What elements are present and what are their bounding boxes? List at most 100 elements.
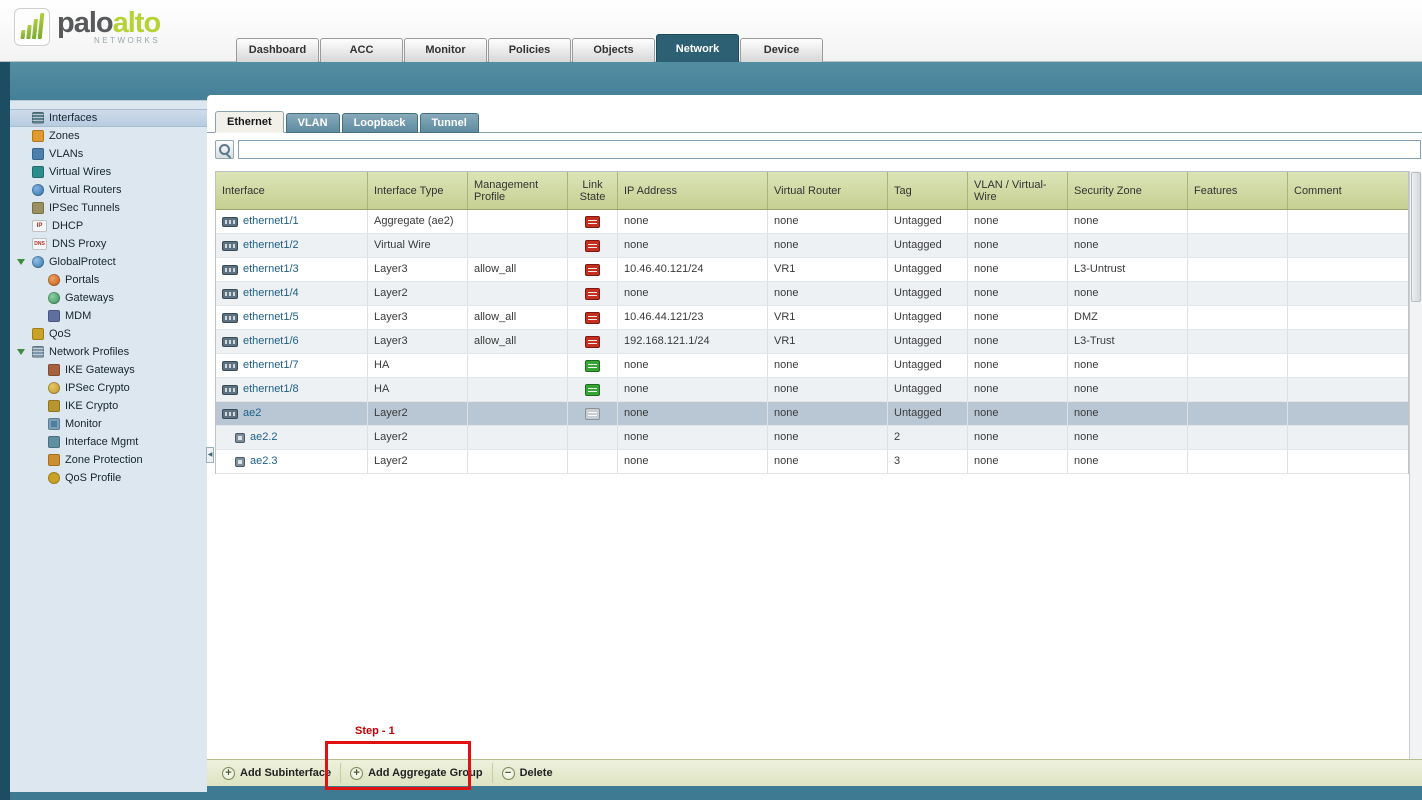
table-row[interactable]: ethernet1/1 Aggregate (ae2) none none Un… xyxy=(216,210,1408,234)
vertical-scrollbar[interactable] xyxy=(1409,171,1422,759)
table-row[interactable]: ethernet1/5 Layer3 allow_all 10.46.44.12… xyxy=(216,306,1408,330)
sidebar-item-globalprotect[interactable]: GlobalProtect xyxy=(10,253,207,271)
cell-vlan-virtual-wire: none xyxy=(968,402,1068,425)
delete-button[interactable]: Delete xyxy=(493,763,562,783)
sidebar-item-mdm[interactable]: MDM xyxy=(10,307,207,325)
table-row[interactable]: ethernet1/3 Layer3 allow_all 10.46.40.12… xyxy=(216,258,1408,282)
paloalto-logo-icon xyxy=(14,8,50,46)
subtab-loopback[interactable]: Loopback xyxy=(342,113,418,133)
search-icon[interactable] xyxy=(215,140,234,159)
button-label: Add Aggregate Group xyxy=(368,767,482,779)
nav-tab-policies[interactable]: Policies xyxy=(488,38,571,62)
nav-tab-monitor[interactable]: Monitor xyxy=(404,38,487,62)
sidebar-item-network-profiles[interactable]: Network Profiles xyxy=(10,343,207,361)
ethernet-interface-icon xyxy=(222,385,238,395)
expand-triangle-icon[interactable] xyxy=(17,259,25,265)
sidebar-item-virtual-wires[interactable]: Virtual Wires xyxy=(10,163,207,181)
sidebar-item-qos-profile[interactable]: QoS Profile xyxy=(10,469,207,487)
table-row[interactable]: ae2.2 Layer2 none none 2 none none xyxy=(216,426,1408,450)
cell-tag: Untagged xyxy=(888,378,968,401)
sidebar-item-portals[interactable]: Portals xyxy=(10,271,207,289)
ethernet-interface-icon xyxy=(222,217,238,227)
sidebar-item-ipsec-tunnels[interactable]: IPSec Tunnels xyxy=(10,199,207,217)
interface-link[interactable]: ethernet1/8 xyxy=(222,378,299,401)
cell-security-zone: none xyxy=(1068,210,1188,233)
zone-protection-icon xyxy=(48,454,60,466)
main-nav-tabs: Dashboard ACC Monitor Policies Objects N… xyxy=(236,34,824,62)
interface-link[interactable]: ethernet1/5 xyxy=(222,306,299,329)
cell-security-zone: none xyxy=(1068,282,1188,305)
cell-tag: 3 xyxy=(888,450,968,473)
sidebar-collapse-arrow[interactable] xyxy=(206,447,214,463)
sidebar-item-vlans[interactable]: VLANs xyxy=(10,145,207,163)
sidebar-item-virtual-routers[interactable]: Virtual Routers xyxy=(10,181,207,199)
cell-management-profile xyxy=(468,282,568,305)
interface-link[interactable]: ae2.2 xyxy=(222,426,278,449)
expand-triangle-icon[interactable] xyxy=(17,349,25,355)
search-input[interactable] xyxy=(238,140,1421,159)
cell-vlan-virtual-wire: none xyxy=(968,426,1068,449)
header-tag[interactable]: Tag xyxy=(888,172,968,209)
table-row[interactable]: ethernet1/7 HA none none Untagged none n… xyxy=(216,354,1408,378)
header-link-state[interactable]: Link State xyxy=(568,172,618,209)
interface-link[interactable]: ethernet1/4 xyxy=(222,282,299,305)
sidebar-item-ipsec-crypto[interactable]: IPSec Crypto xyxy=(10,379,207,397)
header-features[interactable]: Features xyxy=(1188,172,1288,209)
cell-management-profile xyxy=(468,210,568,233)
cell-vlan-virtual-wire: none xyxy=(968,354,1068,377)
table-row-selected[interactable]: ae2 Layer2 none none Untagged none none xyxy=(216,402,1408,426)
add-subinterface-button[interactable]: Add Subinterface xyxy=(213,763,341,783)
paloalto-logo: paloalto NETWORKS xyxy=(14,8,160,46)
nav-tab-acc[interactable]: ACC xyxy=(320,38,403,62)
table-row[interactable]: ethernet1/2 Virtual Wire none none Untag… xyxy=(216,234,1408,258)
sidebar-item-zones[interactable]: Zones xyxy=(10,127,207,145)
table-row[interactable]: ethernet1/6 Layer3 allow_all 192.168.121… xyxy=(216,330,1408,354)
interface-link[interactable]: ae2 xyxy=(222,402,261,425)
interface-link[interactable]: ethernet1/3 xyxy=(222,258,299,281)
header-management-profile[interactable]: Management Profile xyxy=(468,172,568,209)
interface-link[interactable]: ethernet1/7 xyxy=(222,354,299,377)
nav-tab-objects[interactable]: Objects xyxy=(572,38,655,62)
interface-link[interactable]: ethernet1/2 xyxy=(222,234,299,257)
sidebar-item-zone-protection[interactable]: Zone Protection xyxy=(10,451,207,469)
sidebar-item-monitor[interactable]: Monitor xyxy=(10,415,207,433)
header-ip-address[interactable]: IP Address xyxy=(618,172,768,209)
nav-tab-network[interactable]: Network xyxy=(656,34,739,62)
header-vlan-virtual-wire[interactable]: VLAN / Virtual-Wire xyxy=(968,172,1068,209)
sidebar-item-gateways[interactable]: Gateways xyxy=(10,289,207,307)
sidebar-item-qos[interactable]: QoS xyxy=(10,325,207,343)
sidebar-item-ike-crypto[interactable]: IKE Crypto xyxy=(10,397,207,415)
nav-tab-dashboard[interactable]: Dashboard xyxy=(236,38,319,62)
sidebar-item-dhcp[interactable]: DHCP xyxy=(10,217,207,235)
paloalto-logo-text: paloalto NETWORKS xyxy=(57,8,160,45)
sidebar-item-interfaces[interactable]: Interfaces xyxy=(10,109,207,127)
interface-link[interactable]: ae2.3 xyxy=(222,450,278,473)
add-aggregate-group-button[interactable]: Add Aggregate Group xyxy=(341,763,492,783)
header-security-zone[interactable]: Security Zone xyxy=(1068,172,1188,209)
cell-interface: ae2.3 xyxy=(216,450,368,473)
subtab-vlan[interactable]: VLAN xyxy=(286,113,340,133)
sidebar-item-interface-mgmt[interactable]: Interface Mgmt xyxy=(10,433,207,451)
cell-security-zone: none xyxy=(1068,378,1188,401)
interface-link[interactable]: ethernet1/1 xyxy=(222,210,299,233)
header-interface-type[interactable]: Interface Type xyxy=(368,172,468,209)
subtab-tunnel[interactable]: Tunnel xyxy=(420,113,479,133)
table-row[interactable]: ethernet1/4 Layer2 none none Untagged no… xyxy=(216,282,1408,306)
sidebar-item-dns-proxy[interactable]: DNS Proxy xyxy=(10,235,207,253)
cell-link-state xyxy=(568,354,618,377)
nav-tab-device[interactable]: Device xyxy=(740,38,823,62)
virtual-wires-icon xyxy=(32,166,44,178)
scrollbar-thumb[interactable] xyxy=(1411,172,1421,302)
interface-name: ethernet1/2 xyxy=(243,234,299,257)
sidebar-item-ike-gateways[interactable]: IKE Gateways xyxy=(10,361,207,379)
interface-link[interactable]: ethernet1/6 xyxy=(222,330,299,353)
header-interface[interactable]: Interface xyxy=(216,172,368,209)
brand-alto: alto xyxy=(113,7,161,39)
button-label: Delete xyxy=(520,767,553,779)
header-comment[interactable]: Comment xyxy=(1288,172,1408,209)
table-row[interactable]: ethernet1/8 HA none none Untagged none n… xyxy=(216,378,1408,402)
ethernet-interface-icon xyxy=(222,337,238,347)
table-row[interactable]: ae2.3 Layer2 none none 3 none none xyxy=(216,450,1408,474)
header-virtual-router[interactable]: Virtual Router xyxy=(768,172,888,209)
subtab-ethernet[interactable]: Ethernet xyxy=(215,111,284,133)
